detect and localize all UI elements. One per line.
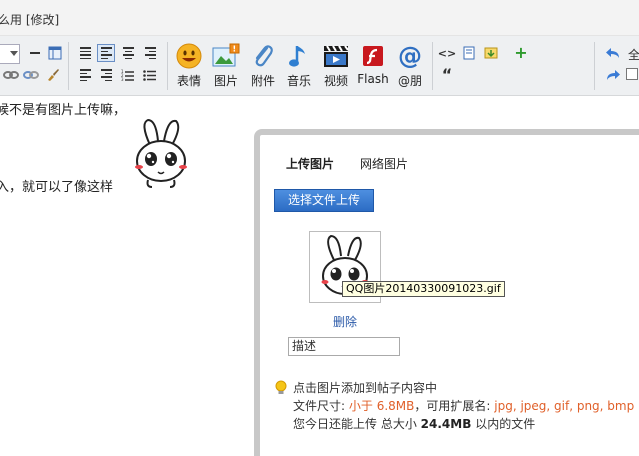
content-line-1: 候不是有图片上传嘛， bbox=[0, 103, 127, 118]
flash-icon bbox=[359, 42, 387, 70]
svg-text:3: 3 bbox=[121, 77, 124, 82]
image-upload-dialog: 上传图片 网络图片 选择文件上传 QQ图片20140330091023.gif bbox=[254, 129, 639, 456]
editor-content[interactable]: 候不是有图片上传嘛， 入，就可以了像这样 上传图片 网络图片 选择文件上传 QQ… bbox=[0, 97, 639, 456]
quota-prefix: 您今日还能上传 总大小 bbox=[293, 417, 417, 431]
attachment-label: 附件 bbox=[250, 74, 275, 88]
unlink-button[interactable] bbox=[22, 66, 40, 84]
mention-label: @朋 bbox=[397, 74, 422, 88]
align-left-button[interactable] bbox=[97, 44, 115, 62]
float-left-button[interactable] bbox=[76, 66, 94, 84]
music-label: 音乐 bbox=[286, 74, 311, 88]
lightbulb-icon bbox=[275, 380, 287, 394]
smiley-icon bbox=[175, 42, 203, 70]
code-icon: <> bbox=[437, 46, 457, 60]
plus-icon: + bbox=[514, 43, 528, 62]
unordered-list-icon bbox=[143, 69, 156, 81]
paperclip-icon bbox=[249, 42, 277, 70]
toolbar-separator bbox=[432, 42, 433, 90]
info-click-hint: 点击图片添加到帖子内容中 bbox=[293, 381, 438, 395]
hr-icon bbox=[30, 52, 40, 54]
font-size-select[interactable] bbox=[0, 44, 20, 64]
quote-icon: “ bbox=[441, 65, 453, 84]
toolbar-separator bbox=[167, 42, 168, 90]
toolbar-separator bbox=[594, 42, 595, 90]
image-label: 图片 bbox=[213, 74, 238, 88]
ext-prefix: ，可用扩展名: bbox=[414, 399, 491, 413]
ordered-list-button[interactable]: 123 bbox=[119, 66, 137, 84]
tab-web-image[interactable]: 网络图片 bbox=[360, 155, 408, 172]
option-checkbox[interactable] bbox=[626, 68, 638, 80]
size-value: 小于 6.8MB bbox=[348, 399, 415, 413]
page-break-button[interactable] bbox=[460, 44, 478, 62]
music-note-icon bbox=[285, 42, 313, 70]
align-center-icon bbox=[122, 47, 134, 59]
info-file-size: 文件尺寸: 小于 6.8MB，可用扩展名: jpg, jpeg, gif, pn… bbox=[293, 397, 634, 415]
flash-label: Flash bbox=[357, 72, 389, 86]
music-button[interactable]: 音乐 bbox=[282, 42, 316, 92]
bunny-emoticon-image bbox=[135, 118, 187, 188]
align-right-icon bbox=[144, 47, 156, 59]
horizontal-rule-button[interactable] bbox=[26, 44, 44, 62]
float-left-icon bbox=[79, 69, 91, 81]
undo-button[interactable] bbox=[604, 44, 622, 62]
align-right-button[interactable] bbox=[141, 44, 159, 62]
image-button[interactable]: ! 图片 bbox=[209, 42, 243, 92]
download-button[interactable] bbox=[482, 44, 500, 62]
link-icon bbox=[3, 71, 19, 79]
svg-text:!: ! bbox=[233, 45, 237, 54]
brush-icon bbox=[48, 69, 59, 81]
float-right-button[interactable] bbox=[97, 66, 115, 84]
align-left-icon bbox=[100, 47, 112, 59]
clear-format-button[interactable] bbox=[44, 66, 62, 84]
image-description-input[interactable]: 描述 bbox=[288, 337, 400, 356]
fullscreen-label[interactable]: 全 bbox=[628, 46, 639, 63]
flash-button[interactable]: Flash bbox=[356, 42, 390, 92]
ext-value: jpg, jpeg, gif, png, bmp bbox=[494, 399, 635, 413]
select-file-upload-button[interactable]: 选择文件上传 bbox=[274, 189, 374, 212]
float-right-icon bbox=[100, 69, 112, 81]
chevron-down-icon bbox=[10, 51, 18, 56]
mention-button[interactable]: @ @朋 bbox=[393, 42, 427, 92]
attachment-button[interactable]: 附件 bbox=[246, 42, 280, 92]
table-icon bbox=[48, 46, 62, 60]
delete-image-link[interactable]: 删除 bbox=[333, 313, 357, 330]
upload-info: 点击图片添加到帖子内容中 文件尺寸: 小于 6.8MB，可用扩展名: jpg, … bbox=[293, 379, 634, 433]
size-prefix: 文件尺寸: bbox=[293, 399, 346, 413]
video-button[interactable]: 视频 bbox=[319, 42, 353, 92]
align-justify-icon bbox=[79, 47, 91, 59]
quota-suffix: 以内的文件 bbox=[475, 417, 536, 431]
download-icon bbox=[484, 47, 498, 59]
quota-value: 24.4MB bbox=[420, 417, 472, 431]
editor-toolbar: 123 表情 ! 图片 附件 音乐 视频 Flash @ @朋 <> “ + 全 bbox=[0, 36, 639, 96]
undo-icon bbox=[606, 48, 619, 58]
page-title: 么用 [修改] bbox=[0, 13, 60, 27]
unlink-icon bbox=[23, 71, 39, 79]
video-label: 视频 bbox=[323, 74, 348, 88]
align-center-button[interactable] bbox=[119, 44, 137, 62]
toolbar-separator bbox=[68, 42, 69, 90]
link-button[interactable] bbox=[2, 66, 20, 84]
editor-window: { "title": "么用 [修改]", "toolbar": { "butt… bbox=[0, 0, 639, 456]
tab-upload-image[interactable]: 上传图片 bbox=[286, 155, 334, 172]
redo-icon bbox=[607, 70, 620, 80]
title-bar: 么用 [修改] bbox=[0, 0, 639, 36]
code-button[interactable]: <> bbox=[438, 44, 456, 62]
ordered-list-icon: 123 bbox=[121, 69, 134, 82]
quote-button[interactable]: “ bbox=[438, 66, 456, 84]
align-justify-button[interactable] bbox=[76, 44, 94, 62]
table-button[interactable] bbox=[46, 44, 64, 62]
upload-tabs: 上传图片 网络图片 bbox=[286, 155, 408, 172]
redo-button[interactable] bbox=[604, 66, 622, 84]
unordered-list-button[interactable] bbox=[141, 66, 159, 84]
filename-tooltip: QQ图片20140330091023.gif bbox=[342, 281, 505, 297]
info-daily-quota: 您今日还能上传 总大小 24.4MB 以内的文件 bbox=[293, 415, 634, 433]
picture-icon: ! bbox=[212, 42, 240, 70]
content-line-2: 入，就可以了像这样 bbox=[0, 180, 114, 195]
document-icon bbox=[463, 46, 475, 60]
emoticon-label: 表情 bbox=[176, 74, 201, 88]
at-sign-icon: @ bbox=[398, 42, 422, 70]
clapperboard-icon bbox=[322, 42, 350, 70]
add-button[interactable]: + bbox=[512, 44, 530, 62]
emoticon-button[interactable]: 表情 bbox=[172, 42, 206, 92]
